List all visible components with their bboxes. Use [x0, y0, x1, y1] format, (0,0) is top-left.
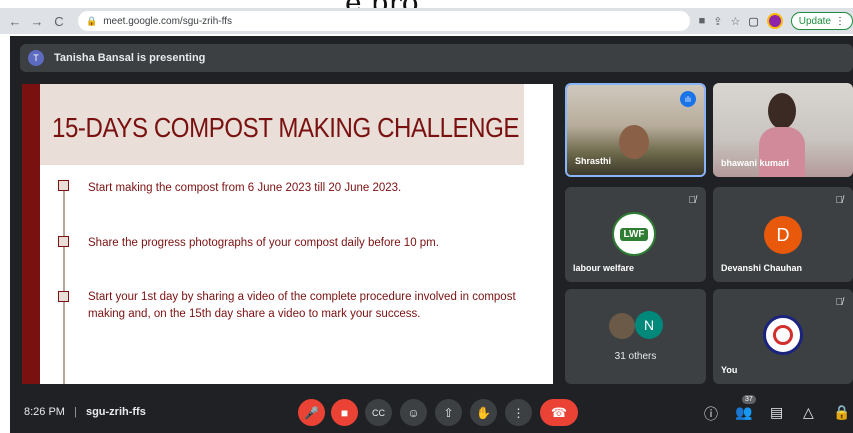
- participant-body: [759, 127, 805, 177]
- presentation-slide: 15-DAYS COMPOST MAKING CHALLENGE Start m…: [22, 84, 553, 384]
- mic-toggle-button[interactable]: 🎤: [298, 399, 325, 426]
- others-label: 31 others: [614, 351, 657, 362]
- separator: |: [74, 406, 77, 418]
- bullet-marker: [58, 180, 69, 191]
- mic-off-icon: 🎙̸: [835, 195, 844, 206]
- back-arrow-icon[interactable]: ←: [4, 14, 26, 29]
- presenting-text: Tanisha Bansal is presenting: [54, 52, 206, 64]
- meeting-time-info: 8:26 PM | sgu-zrih-ffs: [24, 406, 146, 418]
- bullet-text: Start making the compost from 6 June 202…: [88, 182, 402, 194]
- bullet-marker: [58, 236, 69, 247]
- participant-tile-others[interactable]: N 31 others: [565, 289, 706, 384]
- others-letter-avatar: N: [635, 311, 663, 339]
- forward-arrow-icon[interactable]: →: [26, 14, 48, 29]
- meet-window: T Tanisha Bansal is presenting 15-DAYS C…: [10, 36, 853, 433]
- participant-name: You: [721, 365, 738, 375]
- lock-icon: 🔒: [86, 15, 98, 26]
- activities-icon[interactable]: △: [803, 404, 814, 421]
- participant-face: [768, 93, 796, 129]
- people-icon[interactable]: 👥 37: [735, 395, 756, 421]
- update-label: Update: [798, 15, 831, 27]
- info-icon[interactable]: ⓘ: [704, 404, 718, 424]
- participant-name: Shrasthi: [575, 156, 612, 166]
- lwf-logo-text: LWF: [620, 227, 648, 241]
- kebab-icon[interactable]: ⋮: [835, 16, 845, 27]
- mic-off-icon: 🎙̸: [688, 195, 697, 206]
- mic-off-icon: 🎙̸: [835, 297, 844, 308]
- participant-face: [619, 125, 649, 159]
- people-count-badge: 37: [742, 395, 756, 404]
- slide-side-stripe: [22, 84, 40, 384]
- timeline-line: [63, 180, 65, 384]
- participant-tile-you[interactable]: 🎙̸ You: [713, 289, 853, 384]
- profile-avatar[interactable]: [766, 13, 783, 29]
- emoji-button[interactable]: ☺: [400, 399, 427, 426]
- lwf-logo: LWF: [612, 212, 656, 256]
- bullet-marker: [58, 291, 69, 302]
- browser-toolbar: ← → C 🔒 meet.google.com/sgu-zrih-ffs ■ ⇪…: [0, 8, 853, 34]
- participant-tile-bhawani[interactable]: bhawani kumari: [713, 83, 853, 177]
- share-icon[interactable]: ⇪: [713, 15, 722, 28]
- slide-title: 15-DAYS COMPOST MAKING CHALLENGE: [52, 112, 520, 143]
- participant-tile-shrasthi[interactable]: ılı Shrasthi: [565, 83, 706, 177]
- chat-icon[interactable]: ▤: [770, 404, 783, 421]
- captions-button[interactable]: CC: [365, 399, 392, 426]
- bullet-text: Share the progress photographs of your c…: [88, 237, 439, 249]
- speaking-indicator-icon: ılı: [680, 91, 696, 107]
- camera-toggle-button[interactable]: ■: [331, 399, 358, 426]
- presenter-avatar: T: [28, 50, 44, 66]
- slide-title-box: 15-DAYS COMPOST MAKING CHALLENGE: [40, 84, 524, 165]
- address-bar[interactable]: 🔒 meet.google.com/sgu-zrih-ffs: [78, 11, 690, 31]
- camera-indicator-icon[interactable]: ■: [699, 15, 706, 27]
- more-options-button[interactable]: ⋮: [505, 399, 532, 426]
- update-button[interactable]: Update ⋮: [790, 12, 853, 30]
- bullet-text: Start your 1st day by sharing a video of…: [88, 291, 516, 320]
- top-crop: e pro: [0, 0, 853, 19]
- star-icon[interactable]: ☆: [730, 15, 740, 28]
- others-photo-avatar: [609, 313, 635, 339]
- sidebar-icon[interactable]: ▢: [748, 15, 758, 28]
- time-label: 8:26 PM: [24, 406, 65, 418]
- nss-wheel-icon: [773, 325, 793, 345]
- leave-call-button[interactable]: ☎: [540, 399, 578, 426]
- browser-right-icons: ■ ⇪ ☆ ▢ Update ⋮: [699, 11, 853, 31]
- nss-logo: [763, 315, 803, 355]
- url-text: meet.google.com/sgu-zrih-ffs: [103, 15, 232, 27]
- bottom-control-bar: 8:26 PM | sgu-zrih-ffs 🎤 ■ CC ☺ ⇧ ✋ ⋮ ☎ …: [10, 392, 853, 433]
- participant-name: Devanshi Chauhan: [721, 263, 803, 273]
- participant-tile-labour-welfare[interactable]: 🎙̸ LWF labour welfare: [565, 187, 706, 282]
- presenting-banner: T Tanisha Bansal is presenting: [20, 44, 853, 72]
- meeting-code: sgu-zrih-ffs: [85, 406, 146, 418]
- participant-name: labour welfare: [573, 263, 635, 273]
- raise-hand-button[interactable]: ✋: [470, 399, 497, 426]
- reload-icon[interactable]: C: [48, 14, 70, 29]
- participant-tile-devanshi[interactable]: 🎙̸ D Devanshi Chauhan: [713, 187, 853, 282]
- present-button[interactable]: ⇧: [435, 399, 462, 426]
- host-controls-icon[interactable]: 🔒: [833, 404, 850, 421]
- participant-avatar: D: [764, 216, 802, 254]
- participant-name: bhawani kumari: [721, 158, 790, 168]
